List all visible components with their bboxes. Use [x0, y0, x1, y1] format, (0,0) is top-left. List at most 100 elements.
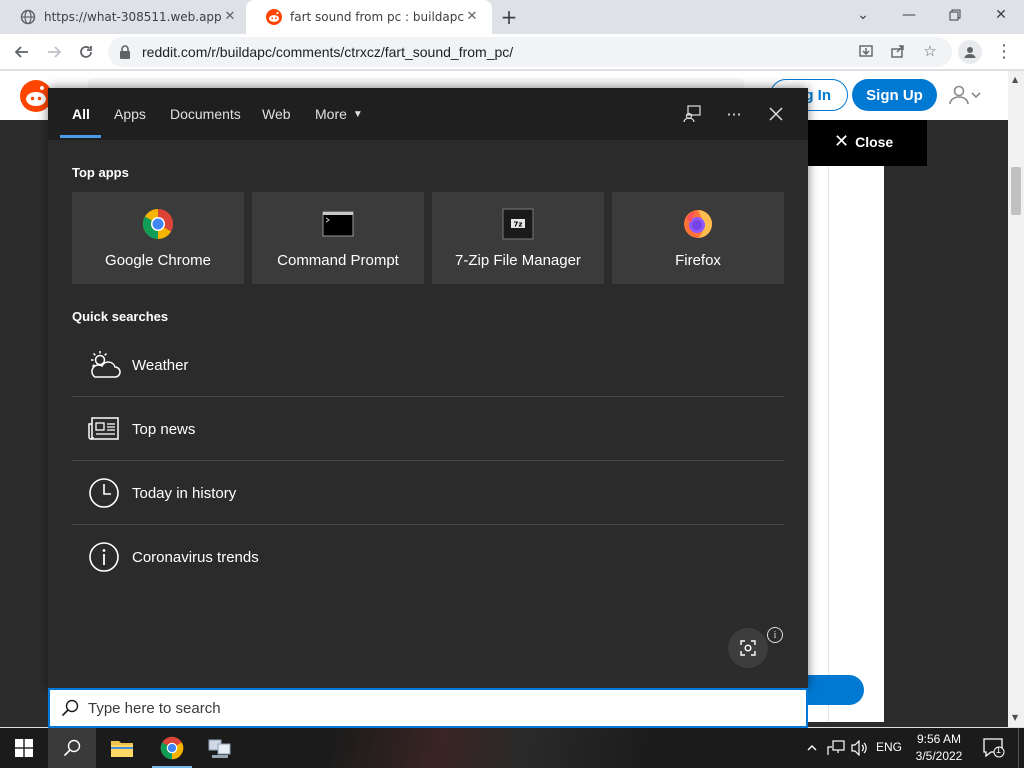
search-filter-bar: All Apps Documents Web More ▼ ··· — [48, 88, 808, 140]
clock-date: 3/5/2022 — [915, 749, 963, 763]
close-label: Close — [855, 133, 894, 150]
taskbar-file-explorer[interactable] — [98, 728, 146, 768]
chevron-down-icon — [971, 92, 981, 99]
search-screenshot-lens-icon[interactable] — [728, 628, 768, 668]
taskbar-search-button[interactable] — [48, 728, 96, 768]
tab-what-web-app[interactable]: https://what-308511.web.app ✕ — [0, 0, 250, 34]
quick-search-top-news[interactable]: Top news — [72, 397, 784, 461]
folder-icon — [111, 741, 133, 757]
tab-documents[interactable]: Documents — [170, 88, 241, 140]
notification-icon — [983, 738, 1005, 758]
app-tile-google-chrome[interactable]: Google Chrome — [72, 192, 244, 284]
browser-toolbar: reddit.com/r/buildapc/comments/ctrxcz/fa… — [0, 34, 1024, 70]
address-bar[interactable]: reddit.com/r/buildapc/comments/ctrxcz/fa… — [108, 37, 952, 67]
more-options-icon[interactable]: ··· — [722, 102, 746, 126]
bookmark-star-icon[interactable]: ☆ — [920, 41, 940, 61]
tab-search-icon[interactable]: ⌄ — [840, 0, 886, 30]
command-prompt-icon — [322, 208, 354, 240]
tab-title: https://what-308511.web.app — [44, 10, 222, 24]
volume-icon[interactable] — [850, 738, 870, 758]
quick-search-weather[interactable]: Weather — [72, 333, 784, 397]
active-tab-indicator — [60, 135, 101, 138]
taskbar-clock[interactable]: 9:56 AM 3/5/2022 — [906, 731, 972, 765]
info-circle-icon[interactable]: i — [767, 627, 783, 643]
reddit-icon — [266, 9, 282, 25]
weather-icon — [86, 347, 122, 383]
quick-search-today-in-history[interactable]: Today in history — [72, 461, 784, 525]
tab-web[interactable]: Web — [262, 88, 291, 140]
quick-search-coronavirus-trends[interactable]: Coronavirus trends — [72, 525, 784, 589]
restore-button[interactable] — [932, 0, 978, 30]
scrollbar-thumb[interactable] — [1011, 167, 1021, 215]
app-label: Command Prompt — [277, 252, 399, 269]
firefox-icon — [682, 208, 714, 240]
scroll-down-arrow-icon[interactable]: ▼ — [1012, 713, 1018, 722]
close-panel-icon[interactable] — [764, 102, 788, 126]
tab-label: All — [72, 106, 90, 122]
quick-search-label: Coronavirus trends — [132, 548, 259, 566]
share-icon[interactable] — [888, 41, 908, 61]
start-button[interactable] — [0, 728, 48, 768]
top-apps-heading: Top apps — [72, 165, 129, 180]
search-icon — [63, 739, 81, 757]
close-tab-icon[interactable]: ✕ — [464, 9, 480, 25]
tab-label: Apps — [114, 106, 146, 122]
profile-avatar-icon[interactable] — [958, 40, 982, 64]
7zip-icon: 7z — [502, 208, 534, 240]
app-label: Google Chrome — [105, 252, 211, 269]
close-tab-icon[interactable]: ✕ — [222, 9, 238, 25]
browser-tab-strip: https://what-308511.web.app ✕ fart sound… — [0, 0, 1024, 34]
forward-arrow-icon[interactable] — [42, 40, 66, 64]
tab-reddit-buildapc[interactable]: fart sound from pc : buildapc ✕ — [246, 0, 492, 34]
close-post-button[interactable]: ✕ Close — [834, 131, 893, 152]
quick-search-label: Today in history — [132, 484, 237, 502]
user-menu-dropdown[interactable] — [948, 83, 988, 107]
desktop-wallpaper-strip — [330, 728, 650, 768]
tab-label: More — [315, 106, 347, 122]
scroll-up-arrow-icon[interactable]: ▲ — [1012, 75, 1018, 84]
reload-icon[interactable] — [74, 40, 98, 64]
app-tile-firefox[interactable]: Firefox — [612, 192, 784, 284]
network-computers-icon — [208, 739, 231, 758]
back-arrow-icon[interactable] — [10, 40, 34, 64]
notification-count: 1 — [996, 745, 1002, 755]
install-app-icon[interactable] — [856, 41, 876, 61]
browser-menu-icon[interactable]: ⋮ — [994, 40, 1014, 64]
action-center-button[interactable]: 1 — [982, 736, 1006, 760]
quick-search-label: Weather — [132, 356, 189, 374]
tab-all[interactable]: All — [72, 88, 90, 140]
news-icon — [86, 411, 122, 447]
signup-button[interactable]: Sign Up — [852, 79, 937, 111]
svg-text:7z: 7z — [514, 221, 523, 229]
close-window-button[interactable]: ✕ — [978, 0, 1024, 30]
reddit-action-button[interactable] — [808, 675, 864, 705]
app-tile-7zip-file-manager[interactable]: 7z 7-Zip File Manager — [432, 192, 604, 284]
user-icon — [949, 85, 969, 105]
close-icon: ✕ — [834, 131, 850, 151]
taskbar-network-app[interactable] — [196, 728, 244, 768]
show-desktop-button[interactable] — [1018, 728, 1024, 768]
taskbar-google-chrome[interactable] — [148, 728, 196, 768]
tab-more[interactable]: More ▼ — [315, 88, 363, 140]
app-tile-command-prompt[interactable]: Command Prompt — [252, 192, 424, 284]
post-content-area — [808, 166, 884, 722]
quick-search-label: Top news — [132, 420, 196, 438]
new-tab-button[interactable]: + — [498, 6, 520, 28]
taskbar-search-box[interactable] — [48, 688, 808, 728]
windows-taskbar: ENG 9:56 AM 3/5/2022 1 — [0, 728, 1024, 768]
tab-apps[interactable]: Apps — [114, 88, 146, 140]
info-icon — [86, 539, 122, 575]
lock-icon[interactable] — [118, 45, 132, 59]
quick-searches-heading: Quick searches — [72, 309, 169, 324]
input-language-indicator[interactable]: ENG — [876, 740, 902, 754]
feedback-icon[interactable] — [680, 102, 704, 126]
page-scrollbar[interactable]: ▲ ▼ — [1008, 71, 1024, 727]
tab-label: Web — [262, 106, 291, 122]
app-label: 7-Zip File Manager — [455, 252, 581, 269]
search-input[interactable] — [88, 699, 688, 717]
tab-title: fart sound from pc : buildapc — [290, 10, 464, 24]
minimize-button[interactable]: — — [886, 0, 932, 30]
network-icon[interactable] — [826, 738, 846, 758]
show-hidden-icons-chevron-icon[interactable] — [802, 738, 822, 758]
app-label: Firefox — [675, 252, 721, 269]
